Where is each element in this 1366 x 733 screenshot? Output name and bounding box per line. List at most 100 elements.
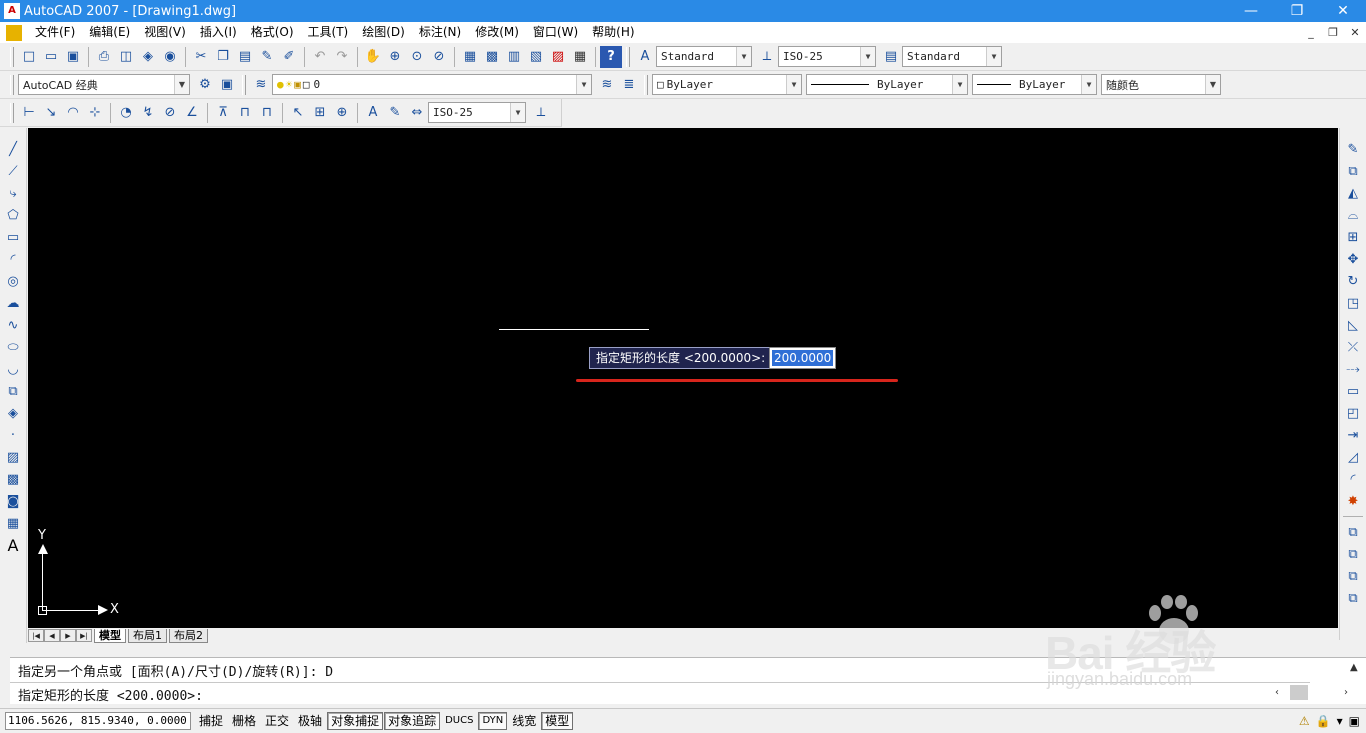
dim-text-edit-icon[interactable]: ✎ (384, 102, 406, 124)
menu-insert[interactable]: 插入(I) (193, 22, 244, 43)
table-style-combo[interactable]: Standard ▼ (902, 46, 1002, 67)
copy-icon[interactable]: ❐ (212, 46, 234, 68)
offset-icon[interactable]: ⌓ (1342, 204, 1364, 226)
menu-edit[interactable]: 编辑(E) (82, 22, 137, 43)
insert-block-icon[interactable]: ⧉ (2, 380, 24, 402)
linetype-combo[interactable]: ByLayer ▼ (806, 74, 968, 95)
scroll-up-icon[interactable]: ▲ (1350, 662, 1358, 673)
sheet-set-icon[interactable]: ▧ (525, 46, 547, 68)
chevron-down-icon[interactable]: ▼ (952, 75, 967, 94)
menu-draw[interactable]: 绘图(D) (355, 22, 412, 43)
draw-order-above-icon[interactable]: ⧉ (1342, 565, 1364, 587)
arc-icon[interactable]: ◜ (2, 248, 24, 270)
toolbar-grip[interactable] (10, 102, 14, 123)
point-icon[interactable]: · (2, 424, 24, 446)
spline-icon[interactable]: ∿ (2, 314, 24, 336)
array-icon[interactable]: ⊞ (1342, 226, 1364, 248)
multiline-text-icon[interactable]: A (2, 534, 24, 556)
chevron-down-icon[interactable]: ▼ (576, 75, 591, 94)
toolbar-grip[interactable] (10, 46, 14, 67)
copy-object-icon[interactable]: ⧉ (1342, 160, 1364, 182)
polar-button[interactable]: 极轴 (294, 712, 326, 730)
dim-edit-icon[interactable]: A (362, 102, 384, 124)
open-icon[interactable]: ▭ (40, 46, 62, 68)
dynamic-input-field[interactable]: 200.0000 (769, 347, 836, 369)
3d-dwf-icon[interactable]: ◉ (159, 46, 181, 68)
autocad-logo-icon[interactable]: A (4, 3, 20, 19)
stretch-icon[interactable]: ◺ (1342, 314, 1364, 336)
model-button[interactable]: 模型 (541, 712, 574, 730)
dyn-button[interactable]: DYN (478, 712, 508, 730)
toolbar-lock-icon[interactable]: 🔒 (1316, 714, 1331, 728)
polyline-icon[interactable]: ⤷ (2, 182, 24, 204)
color-combo[interactable]: □ ByLayer ▼ (652, 74, 802, 95)
draw-order-under-icon[interactable]: ⧉ (1342, 587, 1364, 609)
diameter-dim-icon[interactable]: ⊘ (159, 102, 181, 124)
grid-button[interactable]: 栅格 (228, 712, 260, 730)
break-at-point-icon[interactable]: ▭ (1342, 380, 1364, 402)
center-mark-icon[interactable]: ⊕ (331, 102, 353, 124)
dim-style-combo-2[interactable]: ISO-25 ▼ (428, 102, 526, 123)
revision-cloud-icon[interactable]: ☁ (2, 292, 24, 314)
otrack-button[interactable]: 对象追踪 (384, 712, 441, 730)
menu-modify[interactable]: 修改(M) (468, 22, 526, 43)
toolbar-grip[interactable] (644, 74, 648, 95)
table-icon[interactable]: ▦ (2, 512, 24, 534)
clean-screen-icon[interactable]: ▣ (1349, 714, 1360, 728)
menu-file[interactable]: 文件(F) (28, 22, 82, 43)
menu-view[interactable]: 视图(V) (137, 22, 193, 43)
chevron-down-icon[interactable]: ▼ (736, 47, 751, 66)
paste-icon[interactable]: ▤ (234, 46, 256, 68)
rectangle-icon[interactable]: ▭ (2, 226, 24, 248)
chevron-down-icon[interactable]: ▼ (786, 75, 801, 94)
menu-tools[interactable]: 工具(T) (301, 22, 356, 43)
baseline-dim-icon[interactable]: ⊓ (234, 102, 256, 124)
print-preview-icon[interactable]: ◫ (115, 46, 137, 68)
break-icon[interactable]: ◰ (1342, 402, 1364, 424)
zoom-window-icon[interactable]: ⊙ (406, 46, 428, 68)
menu-format[interactable]: 格式(O) (244, 22, 301, 43)
save-icon[interactable]: ▣ (62, 46, 84, 68)
make-layer-current-icon[interactable]: ≋ (596, 74, 618, 96)
publish-icon[interactable]: ◈ (137, 46, 159, 68)
gradient-icon[interactable]: ▩ (2, 468, 24, 490)
chevron-down-icon[interactable]: ▼ (860, 47, 875, 66)
ducs-button[interactable]: DUCS (441, 712, 477, 730)
minimize-button[interactable]: — (1228, 0, 1274, 22)
match-properties-icon[interactable]: ✎ (256, 46, 278, 68)
markup-icon[interactable]: ▨ (547, 46, 569, 68)
ordinate-dim-icon[interactable]: ⊹ (84, 102, 106, 124)
construction-line-icon[interactable]: ⟋ (2, 160, 24, 182)
properties-icon[interactable]: ▦ (459, 46, 481, 68)
tab-layout2[interactable]: 布局2 (169, 628, 208, 643)
zoom-realtime-icon[interactable]: ⊕ (384, 46, 406, 68)
scroll-right-icon[interactable]: › (1344, 687, 1348, 698)
mdi-close-button[interactable]: ✕ (1344, 26, 1366, 39)
lineweight-button[interactable]: 线宽 (508, 712, 540, 730)
dim-update-icon[interactable]: ⇔ (406, 102, 428, 124)
make-block-icon[interactable]: ◈ (2, 402, 24, 424)
tool-palettes-icon[interactable]: ▥ (503, 46, 525, 68)
explode-icon[interactable]: ✸ (1342, 490, 1364, 512)
osnap-button[interactable]: 对象捕捉 (327, 712, 384, 730)
linear-dim-icon[interactable]: ⊢ (18, 102, 40, 124)
dim-style-manager-icon[interactable]: ⟂ (530, 102, 552, 124)
command-window[interactable]: 指定另一个角点或 [面积(A)/尺寸(D)/旋转(R)]: D 指定矩形的长度 … (10, 657, 1366, 704)
toolbar-grip[interactable] (242, 74, 246, 95)
mdi-restore-button[interactable]: ❐ (1322, 26, 1344, 39)
polygon-icon[interactable]: ⬠ (2, 204, 24, 226)
snap-button[interactable]: 捕捉 (195, 712, 227, 730)
workspace-combo[interactable]: AutoCAD 经典 ▼ (18, 74, 190, 95)
scale-icon[interactable]: ◳ (1342, 292, 1364, 314)
redo-icon[interactable]: ↷ (331, 46, 353, 68)
last-tab-icon[interactable]: ▶| (76, 629, 92, 642)
command-prompt-line[interactable]: 指定矩形的长度 <200.0000>: (18, 685, 203, 704)
text-style-icon[interactable]: A (634, 46, 656, 68)
ortho-button[interactable]: 正交 (261, 712, 293, 730)
mirror-icon[interactable]: ◭ (1342, 182, 1364, 204)
help-icon[interactable]: ? (600, 45, 622, 68)
chevron-down-icon[interactable]: ▼ (510, 103, 525, 122)
workspace-save-icon[interactable]: ▣ (216, 74, 238, 96)
zoom-previous-icon[interactable]: ⊘ (428, 46, 450, 68)
chevron-down-icon[interactable]: ▼ (1081, 75, 1096, 94)
